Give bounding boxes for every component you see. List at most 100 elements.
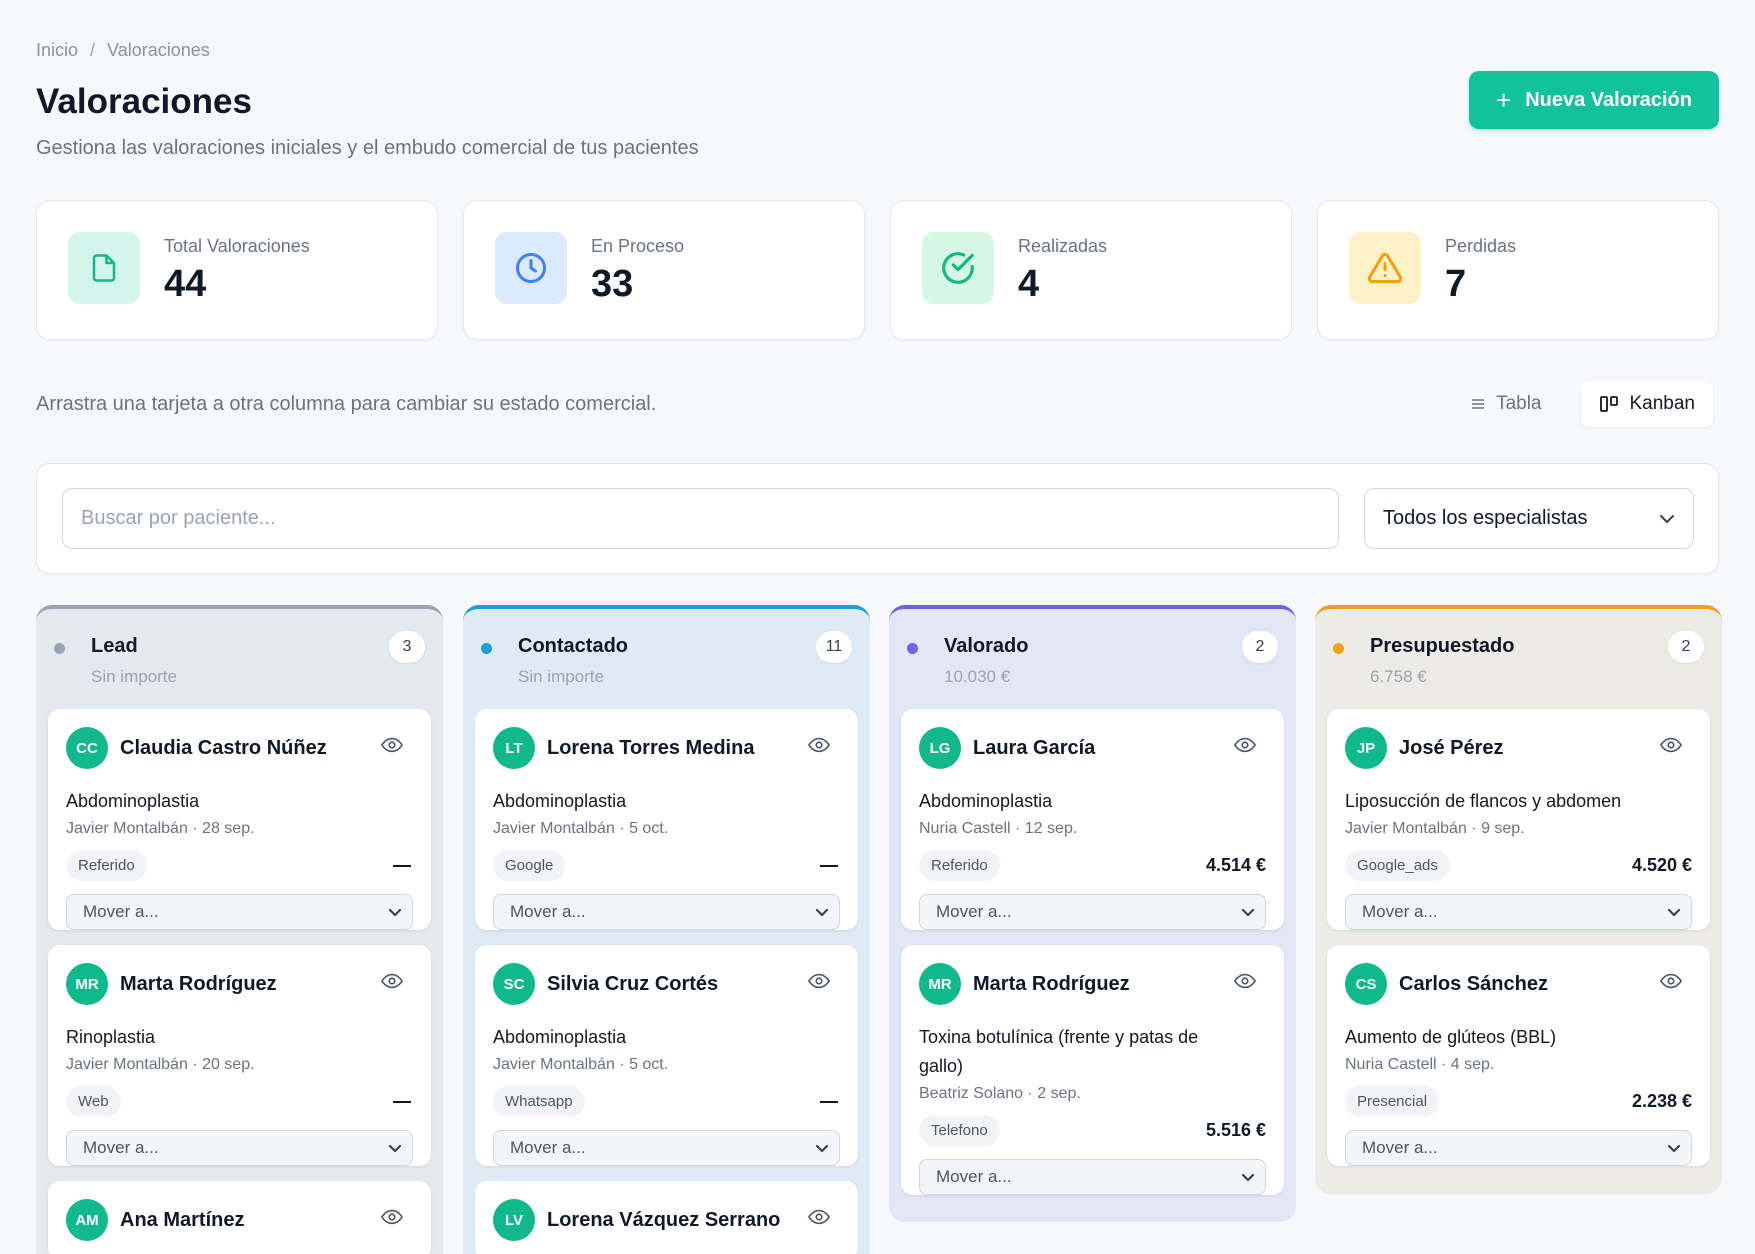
patient-name[interactable]: Laura García (973, 737, 1095, 760)
kanban-column-lead: Lead Sin importe 3 CC Claudia Castro Núñez Ab… (36, 605, 443, 1254)
chevron-down-icon (1667, 902, 1681, 922)
kanban-card[interactable]: AM Ana Martínez (48, 1181, 431, 1254)
avatar: CC (66, 727, 108, 769)
eye-icon[interactable] (1659, 737, 1683, 758)
column-title: Presupuestado (1370, 635, 1515, 657)
card-tag-row: Web (66, 1086, 413, 1117)
card-tag-row: Referido (66, 850, 413, 881)
move-to-select[interactable]: Mover a... (1345, 1130, 1692, 1166)
card-tag-row: Google_ads 4.520 € (1345, 850, 1692, 881)
eye-icon[interactable] (1233, 737, 1257, 758)
patient-name[interactable]: Lorena Vázquez Serrano (547, 1209, 780, 1232)
card-tag-row: Whatsapp (493, 1086, 840, 1117)
eye-icon[interactable] (807, 737, 831, 758)
card-tag-row: Referido 4.514 € (919, 850, 1266, 881)
drag-hint: Arrastra una tarjeta a otra columna para… (36, 393, 657, 415)
card-meta: Javier Montalbán · 5 oct. (493, 820, 669, 837)
chevron-down-icon (1667, 1138, 1681, 1158)
kanban-card[interactable]: CC Claudia Castro Núñez Abdominoplastia Jav… (48, 709, 431, 930)
move-to-label: Mover a... (83, 1138, 159, 1157)
document-icon (92, 254, 116, 282)
kanban-column-valorado: Valorado 10.030 € 2 LG Laura García Abdominop… (889, 605, 1296, 1222)
breadcrumb-separator: / (90, 40, 96, 60)
treatment-name: Rinoplastia (66, 1027, 156, 1047)
stat-icon-bg (922, 232, 994, 304)
treatment-name: Aumento de glúteos (BBL) (1345, 1027, 1557, 1047)
stat-label: Perdidas (1445, 236, 1517, 256)
page-title: Valoraciones (36, 82, 252, 121)
move-to-select[interactable]: Mover a... (493, 894, 840, 930)
eye-icon[interactable] (807, 973, 831, 994)
column-status-dot (54, 643, 65, 654)
eye-icon[interactable] (380, 737, 404, 758)
patient-name[interactable]: Claudia Castro Núñez (120, 737, 327, 760)
kanban-icon (1600, 396, 1619, 412)
chevron-down-icon (815, 902, 829, 922)
patient-search-input[interactable] (62, 488, 1339, 549)
no-amount-dash (820, 1100, 838, 1103)
move-to-label: Mover a... (936, 902, 1012, 921)
kanban-card[interactable]: LV Lorena Vázquez Serrano (475, 1181, 858, 1254)
eye-icon[interactable] (807, 1209, 831, 1230)
stat-value: 4 (1018, 263, 1040, 305)
breadcrumb-home[interactable]: Inicio (36, 40, 78, 61)
move-to-select[interactable]: Mover a... (1345, 894, 1692, 930)
treatment-name: Toxina botulínica (frente y patas de gal… (919, 1027, 1199, 1076)
treatment-name: Abdominoplastia (493, 1027, 627, 1047)
stat-value: 7 (1445, 263, 1467, 305)
card-header: MR Marta Rodríguez (66, 945, 413, 1023)
kanban-card[interactable]: JP José Pérez Liposucción de flancos y abd… (1327, 709, 1710, 930)
chevron-down-icon (1241, 902, 1255, 922)
avatar: LG (919, 727, 961, 769)
new-valoracion-button[interactable]: + Nueva Valoración (1469, 71, 1719, 129)
column-count-badge: 2 (1242, 631, 1278, 663)
treatment-name: Abdominoplastia (493, 791, 627, 811)
kanban-view-button[interactable]: Kanban (1581, 381, 1713, 427)
breadcrumb-current: Valoraciones (107, 40, 210, 60)
kanban-card[interactable]: CS Carlos Sánchez Aumento de glúteos (BBL)… (1327, 945, 1710, 1166)
card-meta: Javier Montalbán · 5 oct. (493, 1056, 669, 1073)
eye-icon[interactable] (380, 973, 404, 994)
move-to-select[interactable]: Mover a... (919, 1159, 1266, 1195)
column-header: Presupuestado 6.758 € 2 (1327, 609, 1710, 709)
no-amount-dash (393, 1100, 411, 1103)
column-header: Contactado Sin importe 11 (475, 609, 858, 709)
specialist-select[interactable]: Todos los especialistas (1364, 488, 1694, 549)
move-to-select[interactable]: Mover a... (66, 1130, 413, 1166)
source-tag: Telefono (919, 1115, 1000, 1146)
table-view-label: Tabla (1496, 393, 1542, 414)
source-tag: Web (66, 1086, 121, 1117)
stat-label: Realizadas (1018, 236, 1108, 256)
move-to-select[interactable]: Mover a... (493, 1130, 840, 1166)
column-header: Valorado 10.030 € 2 (901, 609, 1284, 709)
eye-icon[interactable] (1659, 973, 1683, 994)
eye-icon[interactable] (1233, 973, 1257, 994)
card-price: 5.516 € (1205, 1120, 1266, 1140)
patient-name[interactable]: Silvia Cruz Cortés (547, 973, 718, 996)
kanban-column-contactado: Contactado Sin importe 11 LT Lorena Torres M… (463, 605, 870, 1254)
kanban-card[interactable]: LG Laura García Abdominoplastia Nuria Caste… (901, 709, 1284, 930)
patient-name[interactable]: Ana Martínez (120, 1209, 244, 1232)
patient-name[interactable]: Carlos Sánchez (1399, 973, 1548, 996)
card-meta: Javier Montalbán · 9 sep. (1345, 820, 1525, 837)
avatar: CS (1345, 963, 1387, 1005)
patient-name[interactable]: Lorena Torres Medina (547, 737, 754, 760)
move-to-label: Mover a... (510, 902, 586, 921)
chevron-down-icon (1660, 514, 1674, 523)
kanban-card[interactable]: MR Marta Rodríguez Rinoplastia Javier Monta… (48, 945, 431, 1166)
eye-icon[interactable] (380, 1209, 404, 1230)
table-view-button[interactable]: Tabla (1452, 381, 1559, 427)
stat-icon-bg (1349, 232, 1421, 304)
patient-name[interactable]: José Pérez (1399, 737, 1504, 760)
patient-name[interactable]: Marta Rodríguez (973, 973, 1130, 996)
patient-name[interactable]: Marta Rodríguez (120, 973, 277, 996)
move-to-select[interactable]: Mover a... (919, 894, 1266, 930)
move-to-select[interactable]: Mover a... (66, 894, 413, 930)
kanban-card[interactable]: LT Lorena Torres Medina Abdominoplastia Jav… (475, 709, 858, 930)
card-meta: Nuria Castell · 12 sep. (919, 820, 1078, 837)
column-amount: Sin importe (518, 667, 604, 686)
kanban-card[interactable]: SC Silvia Cruz Cortés Abdominoplastia Javie… (475, 945, 858, 1166)
kanban-card[interactable]: MR Marta Rodríguez Toxina botulínica (fren… (901, 945, 1284, 1195)
column-count-badge: 11 (816, 631, 852, 663)
plus-icon: + (1496, 85, 1512, 115)
